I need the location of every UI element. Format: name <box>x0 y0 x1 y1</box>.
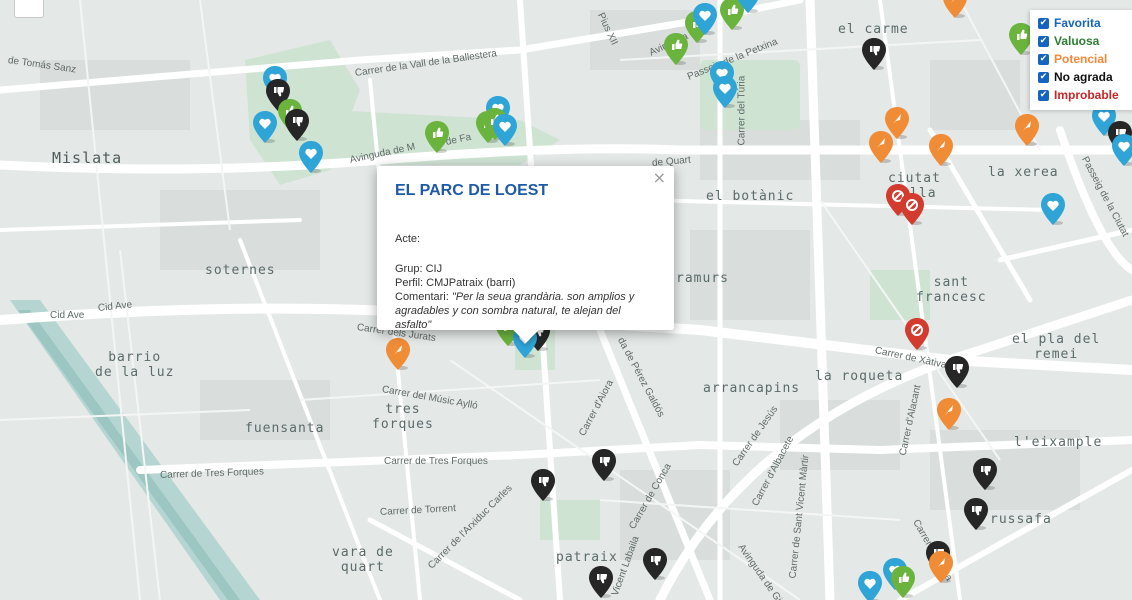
label-la-roqueta: la roqueta <box>815 369 904 384</box>
label-russafa: russafa <box>990 512 1052 527</box>
favorita-marker[interactable] <box>857 570 883 600</box>
favorita-marker[interactable] <box>1111 133 1132 167</box>
label-patraix: patraix <box>556 550 618 565</box>
label-soternes: soternes <box>205 263 276 278</box>
valuosa-marker[interactable] <box>424 120 450 154</box>
favorita-marker[interactable] <box>712 75 738 109</box>
improbable-marker[interactable] <box>904 317 930 351</box>
potencial-marker[interactable] <box>942 0 968 19</box>
popup-acte: Acte: <box>395 233 421 245</box>
no-agrada-marker[interactable] <box>861 37 887 71</box>
marker-popup: × EL PARC DE LOEST Acte: Grup: CIJ Perfi… <box>377 166 674 343</box>
checkbox-checked-icon[interactable]: ✔ <box>1038 35 1049 47</box>
popup-title: EL PARC DE LOEST <box>395 182 549 199</box>
map-canvas[interactable]: Mislata soternes barrio de la luz tres f… <box>0 0 1132 600</box>
potencial-marker[interactable] <box>1014 113 1040 147</box>
legend-item-potencial[interactable]: ✔ Potencial <box>1038 50 1132 68</box>
label-el-carme: el carme <box>838 22 909 37</box>
legend-label: Potencial <box>1054 52 1108 66</box>
no-agrada-marker[interactable] <box>588 565 614 599</box>
favorita-marker[interactable] <box>735 0 761 14</box>
label-sant-francesc: sant francesc <box>916 275 987 305</box>
popup-comentari-label: Comentari: <box>395 291 449 303</box>
legend-panel: ✔ Favorita ✔ Valuosa ✔ Potencial ✔ No agrada… <box>1030 10 1132 110</box>
popup-perfil: Perfil: CMJPatraix (barri) <box>395 277 516 289</box>
legend-item-no-agrada[interactable]: ✔ No agrada <box>1038 68 1132 86</box>
label-vara-de-quart: vara de quart <box>332 545 394 575</box>
legend-item-valuosa[interactable]: ✔ Valuosa <box>1038 32 1132 50</box>
popup-comentari: Comentari: "Per la seua grandària. son a… <box>395 290 656 332</box>
checkbox-checked-icon[interactable]: ✔ <box>1038 71 1049 83</box>
street-tres-forques-2: Carrer de Tres Forques <box>384 456 488 467</box>
no-agrada-marker[interactable] <box>642 547 668 581</box>
potencial-marker[interactable] <box>868 130 894 164</box>
favorita-marker[interactable] <box>252 110 278 144</box>
popup-grup: Grup: CIJ <box>395 263 443 275</box>
street-cid-ave-1: Cid Ave <box>50 310 85 321</box>
no-agrada-marker[interactable] <box>963 497 989 531</box>
label-el-botanic: el botànic <box>706 189 795 204</box>
label-arrancapins: arrancapins <box>703 381 801 396</box>
label-mislata: Mislata <box>52 149 123 167</box>
legend-item-favorita[interactable]: ✔ Favorita <box>1038 14 1132 32</box>
checkbox-checked-icon[interactable]: ✔ <box>1038 53 1049 65</box>
improbable-marker[interactable] <box>899 192 925 226</box>
no-agrada-marker[interactable] <box>530 468 556 502</box>
label-l-eixample: l'eixample <box>1014 435 1103 450</box>
popup-close-button[interactable]: × <box>653 168 666 187</box>
zoom-control[interactable] <box>14 0 44 18</box>
label-tres-forques: tres forques <box>372 402 434 432</box>
label-el-pla-del-remei: el pla del remei <box>1012 332 1101 362</box>
potencial-marker[interactable] <box>385 337 411 371</box>
label-barrio-de-la-luz: barrio de la luz <box>95 350 175 380</box>
favorita-marker[interactable] <box>1040 192 1066 226</box>
no-agrada-marker[interactable] <box>591 448 617 482</box>
favorita-marker[interactable] <box>492 113 518 147</box>
legend-label: No agrada <box>1054 70 1113 84</box>
popup-body: × EL PARC DE LOEST Acte: Grup: CIJ Perfi… <box>377 166 674 332</box>
potencial-marker[interactable] <box>928 133 954 167</box>
no-agrada-marker[interactable] <box>972 457 998 491</box>
valuosa-marker[interactable] <box>890 565 916 599</box>
legend-item-improbable[interactable]: ✔ Improbable <box>1038 86 1132 104</box>
potencial-marker[interactable] <box>928 550 954 584</box>
legend-label: Valuosa <box>1054 34 1100 48</box>
checkbox-checked-icon[interactable]: ✔ <box>1038 89 1049 101</box>
potencial-marker[interactable] <box>936 397 962 431</box>
favorita-marker[interactable] <box>692 2 718 36</box>
label-extramurs: ramurs <box>676 271 729 286</box>
no-agrada-marker[interactable] <box>944 355 970 389</box>
street-carrer-turia: Carrer del Túria <box>736 75 748 146</box>
no-agrada-marker[interactable] <box>284 108 310 142</box>
legend-label: Improbable <box>1054 88 1119 102</box>
label-la-xerea: la xerea <box>988 165 1059 180</box>
checkbox-checked-icon[interactable]: ✔ <box>1038 17 1049 29</box>
favorita-marker[interactable] <box>298 140 324 174</box>
legend-label: Favorita <box>1054 16 1101 30</box>
label-fuensanta: fuensanta <box>245 421 325 436</box>
